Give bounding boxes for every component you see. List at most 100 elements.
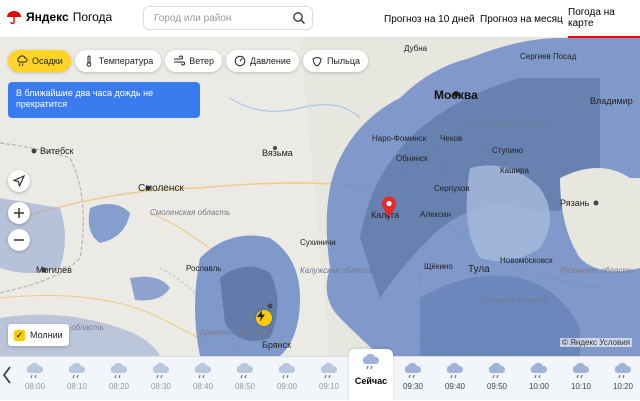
search-input[interactable] — [152, 11, 296, 25]
lightning-label: Молнии — [30, 330, 63, 340]
location-pin-icon[interactable] — [381, 196, 397, 218]
logo[interactable]: Яндекс Погода — [6, 9, 112, 25]
timeline-slot[interactable]: 10:20 — [602, 357, 640, 401]
timeline-time: 08:20 — [108, 382, 130, 391]
copyright[interactable]: © Яндекс Условия — [560, 338, 633, 347]
nav-map[interactable]: Погода на карте — [568, 0, 640, 38]
timeline-slot-now[interactable]: Сейчас — [349, 349, 393, 401]
precipitation-forecast-banner: В ближайшие два часа дождь не прекратитс… — [8, 82, 200, 118]
timeline-slot[interactable]: 10:10 — [560, 357, 602, 401]
layer-label: Пыльца — [326, 56, 360, 66]
zoom-out-button[interactable] — [8, 229, 30, 251]
zoom-in-button[interactable] — [8, 202, 30, 224]
rain-cloud-icon — [572, 362, 590, 379]
timeline-slot[interactable]: 08:00 — [14, 357, 56, 401]
nav-10-days[interactable]: Прогноз на 10 дней — [384, 0, 475, 38]
layer-precipitation[interactable]: Осадки — [8, 50, 71, 72]
map-label-smolensk: Смоленск — [138, 183, 184, 194]
chevron-left-icon — [3, 366, 11, 384]
map-label-chekhov: Чехов — [440, 134, 463, 143]
rain-cloud-icon — [362, 353, 380, 370]
map-label-moscow: Москва — [434, 88, 478, 102]
map-region-ryazan: Рязанская область — [560, 266, 634, 275]
timeline-slot[interactable]: 09:40 — [434, 357, 476, 401]
rain-cloud-icon — [194, 362, 212, 379]
search-icon[interactable] — [292, 11, 306, 25]
layer-pressure[interactable]: Давление — [226, 50, 299, 72]
map-label-obninsk: Обнинск — [396, 154, 428, 163]
rain-cloud-icon — [236, 362, 254, 379]
timeline-time: 09:30 — [402, 382, 424, 391]
timeline-slot[interactable]: 09:50 — [476, 357, 518, 401]
map-label-kashira: Кашира — [500, 166, 529, 175]
brand-name: Яндекс — [26, 10, 69, 24]
map-label-sergiev-posad: Сергиев Посад — [520, 52, 577, 61]
map-label-novomoskovsk: Новомосковск — [500, 256, 553, 265]
map-label-vyazma: Вязьма — [262, 148, 293, 158]
layer-label: Осадки — [32, 56, 63, 66]
map-region-kaluga: Калужская область — [300, 266, 375, 275]
timeline-slot[interactable]: 09:00 — [266, 357, 308, 401]
map-label-mogilev: Могилёв — [36, 265, 72, 275]
thermometer-icon — [86, 55, 92, 67]
locate-me-button[interactable] — [8, 170, 30, 192]
search-box — [143, 6, 313, 30]
map-label-sukhinichi: Сухиничи — [300, 238, 336, 247]
rain-cloud-icon — [152, 362, 170, 379]
rain-cloud-icon — [488, 362, 506, 379]
timeline-slot[interactable]: 08:30 — [140, 357, 182, 401]
map-region-smolensk: Смоленская область — [150, 208, 231, 217]
wind-icon — [174, 55, 186, 66]
nav-month[interactable]: Прогноз на месяц — [480, 0, 563, 38]
map-label-aleksin: Алексин — [420, 210, 451, 219]
lightning-toggle[interactable]: ✓ Молнии — [8, 324, 69, 346]
layer-pollen[interactable]: Пыльца — [302, 50, 368, 72]
timeline-time: 10:10 — [570, 382, 592, 391]
map-label-vladimir: Владимир — [590, 96, 633, 106]
layer-label: Ветер — [189, 56, 214, 66]
map-region-tula: Тульская область — [480, 296, 549, 305]
rain-cloud-icon — [68, 362, 86, 379]
timeline-slot[interactable]: 09:30 — [392, 357, 434, 401]
map-label-dubna: Дубна — [404, 44, 428, 53]
timeline-time: 09:50 — [486, 382, 508, 391]
rain-cloud-icon — [530, 362, 548, 379]
map-label-vitebsk: Витебск — [40, 146, 74, 156]
timeline-slot[interactable]: 10:00 — [518, 357, 560, 401]
rain-cloud-icon — [404, 362, 422, 379]
map-label-serpukhov: Серпухов — [434, 184, 470, 193]
map-region-moscow: Московская область — [470, 120, 549, 129]
timeline-time: 10:20 — [612, 382, 634, 391]
rain-cloud-icon — [17, 55, 28, 67]
map-label-tula: Тула — [468, 264, 490, 275]
timeline-time: 08:40 — [192, 382, 214, 391]
plus-icon — [14, 208, 24, 218]
timeline: 08:00 08:10 08:20 08:30 08:40 08:50 09:00 09:10… — [0, 349, 640, 401]
map-label-naro-fominsk: Наро-Фоминск — [372, 134, 427, 143]
checkbox-checked-icon: ✓ — [14, 329, 25, 341]
timeline-slot[interactable]: 08:40 — [182, 357, 224, 401]
timeline-slot[interactable]: 08:20 — [98, 357, 140, 401]
lightning-marker-icon[interactable] — [256, 310, 272, 326]
timeline-slot[interactable]: 09:10 — [308, 357, 350, 401]
rain-cloud-icon — [446, 362, 464, 379]
map-label-bryansk: Брянск — [262, 340, 292, 350]
rain-cloud-icon — [26, 362, 44, 379]
timeline-slot[interactable]: 08:10 — [56, 357, 98, 401]
gauge-icon — [234, 55, 246, 67]
rain-cloud-icon — [110, 362, 128, 379]
product-name: Погода — [72, 10, 113, 24]
layer-wind[interactable]: Ветер — [165, 50, 222, 72]
timeline-prev-button[interactable] — [2, 365, 12, 390]
timeline-slot[interactable]: 08:50 — [224, 357, 266, 401]
navigation-arrow-icon — [13, 175, 25, 187]
timeline-time: 08:50 — [234, 382, 256, 391]
layer-toolbar: Осадки Температура Ветер Давление Пыльца — [8, 50, 368, 72]
layer-temperature[interactable]: Температура — [74, 50, 162, 72]
header: Яндекс Погода Прогноз на 10 дней Прогноз… — [0, 0, 640, 38]
map-label-shchekino: Щёкино — [424, 262, 453, 271]
timeline-time: 08:00 — [24, 382, 46, 391]
rain-cloud-icon — [320, 362, 338, 379]
timeline-time: 09:00 — [276, 382, 298, 391]
umbrella-logo-icon — [7, 11, 21, 25]
